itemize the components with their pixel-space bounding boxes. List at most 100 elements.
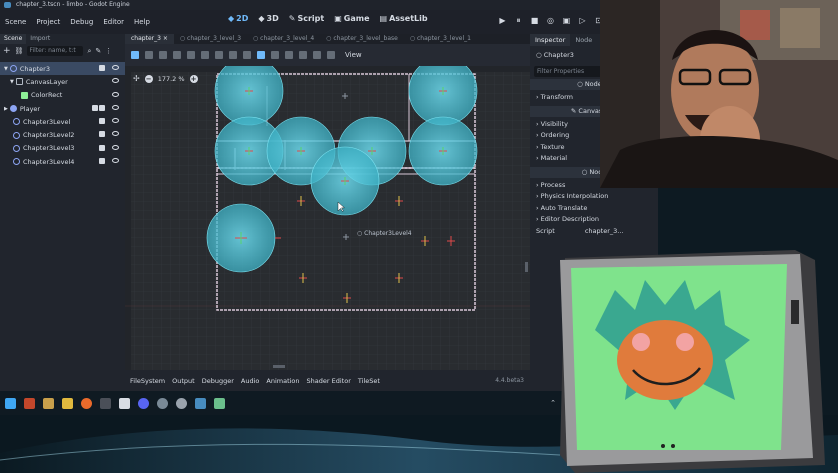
scene-instance-icon[interactable] xyxy=(99,144,105,151)
menu-project[interactable]: Project xyxy=(31,18,65,26)
scene-tab[interactable]: ○ chapter_3_level_4 xyxy=(247,34,320,44)
add-node-icon[interactable]: + xyxy=(3,46,11,56)
main-screen-script[interactable]: ✎ Script xyxy=(289,14,324,23)
rotate-mode-icon[interactable] xyxy=(159,51,167,59)
menu-scene[interactable]: Scene xyxy=(0,18,31,26)
eye-icon[interactable] xyxy=(112,158,119,164)
prop-auto-translate[interactable]: › Auto Translate xyxy=(530,203,658,215)
select-mode-icon[interactable] xyxy=(131,51,139,59)
tab-node[interactable]: Node xyxy=(570,34,597,46)
script-icon[interactable] xyxy=(99,104,105,111)
folder-icon[interactable] xyxy=(62,397,73,409)
zoom-level[interactable]: 177.2 % xyxy=(158,75,185,83)
search-icon[interactable]: ⌕ xyxy=(87,47,91,56)
app-icon[interactable] xyxy=(43,397,54,409)
scene-instance-icon[interactable] xyxy=(99,158,105,165)
snap-options-icon[interactable] xyxy=(271,51,279,59)
tab-inspector[interactable]: Inspector xyxy=(530,34,571,46)
script-value[interactable]: chapter_3... xyxy=(585,226,624,238)
script-attach-icon[interactable]: ✎ xyxy=(95,47,101,55)
menu-debug[interactable]: Debug xyxy=(65,18,98,26)
pan-icon[interactable] xyxy=(215,51,223,59)
eye-icon[interactable] xyxy=(112,91,119,97)
eye-icon[interactable] xyxy=(112,144,119,150)
tab-shader-editor[interactable]: Shader Editor xyxy=(307,377,351,385)
lock-icon[interactable] xyxy=(285,51,293,59)
tab-scene[interactable]: Scene xyxy=(0,34,27,44)
play-icon[interactable]: ▶ xyxy=(498,16,507,25)
app-icon[interactable] xyxy=(100,397,111,409)
tree-item-chapter3level[interactable]: Chapter3Level xyxy=(0,115,125,128)
tree-item-player[interactable]: ▶ Player xyxy=(0,102,125,115)
discord-icon[interactable] xyxy=(138,397,149,409)
prop-editor-description[interactable]: › Editor Description xyxy=(530,214,658,226)
scene-tab[interactable]: ○ chapter_3_level_1 xyxy=(404,34,477,44)
zoom-out-icon[interactable]: − xyxy=(144,74,153,83)
skeleton-icon[interactable] xyxy=(313,51,321,59)
pause-icon[interactable]: ⏸ xyxy=(514,16,523,25)
menu-help[interactable]: Help xyxy=(129,18,155,26)
main-screen-2d[interactable]: ◆ 2D xyxy=(228,14,248,23)
main-screen-game[interactable]: ▣ Game xyxy=(334,14,369,23)
eye-icon[interactable] xyxy=(112,118,119,124)
smart-snap-icon[interactable] xyxy=(243,51,251,59)
prop-script[interactable]: Script chapter_3... xyxy=(530,226,658,238)
tree-item-chapter3level3[interactable]: Chapter3Level3 xyxy=(0,142,125,155)
zoom-settings-icon[interactable]: ✢ xyxy=(133,74,140,83)
main-screen-3d[interactable]: ◆ 3D xyxy=(258,14,278,23)
windows-icon[interactable] xyxy=(5,397,16,409)
scene-tab[interactable]: ○ chapter_3_level_base xyxy=(320,34,404,44)
scene-instance-icon[interactable] xyxy=(99,118,105,125)
tree-item-chapter3[interactable]: ▼ Chapter3 xyxy=(0,62,125,76)
link-icon[interactable]: ⛓ xyxy=(15,47,24,55)
script-icon[interactable] xyxy=(99,65,105,71)
grid-snap-icon[interactable] xyxy=(257,51,265,59)
scene-tab[interactable]: ○ chapter_3_level_3 xyxy=(174,34,247,44)
tab-debugger[interactable]: Debugger xyxy=(202,377,234,385)
canvas-viewport[interactable]: ✢ − 177.2 % + ○ Chapter3Level4 xyxy=(125,66,530,370)
scene-instance-icon[interactable] xyxy=(99,131,105,138)
app-icon[interactable] xyxy=(119,397,130,409)
tab-tileset[interactable]: TileSet xyxy=(358,377,380,385)
view-menu[interactable]: View xyxy=(345,51,362,59)
ruler-icon[interactable] xyxy=(229,51,237,59)
scale-mode-icon[interactable] xyxy=(173,51,181,59)
scene-tab[interactable]: chapter_3 × xyxy=(125,34,174,44)
tab-output[interactable]: Output xyxy=(172,377,195,385)
godot-icon[interactable] xyxy=(195,397,206,409)
app-icon[interactable] xyxy=(24,397,35,409)
tab-import[interactable]: Import xyxy=(26,34,54,44)
app-icon[interactable] xyxy=(214,397,225,409)
eye-icon[interactable] xyxy=(112,65,119,70)
menu-editor[interactable]: Editor xyxy=(98,18,129,26)
menu-dots-icon[interactable]: ⋮ xyxy=(105,47,112,55)
eye-icon[interactable] xyxy=(112,131,119,137)
tree-item-canvaslayer[interactable]: ▼ CanvasLayer xyxy=(0,75,125,88)
scene-tab-label: chapter_3_level_3 xyxy=(187,35,242,42)
group-icon[interactable] xyxy=(299,51,307,59)
tab-audio[interactable]: Audio xyxy=(241,377,259,385)
scene-filter-input[interactable]: Filter: name, t:t xyxy=(27,46,84,56)
prop-physics-interpolation[interactable]: › Physics Interpolation xyxy=(530,191,658,203)
tab-filesystem[interactable]: FileSystem xyxy=(130,377,165,385)
list-select-icon[interactable] xyxy=(187,51,195,59)
tree-item-chapter3level2[interactable]: Chapter3Level2 xyxy=(0,128,125,141)
pivot-icon[interactable] xyxy=(201,51,209,59)
remote-debug-icon[interactable]: ◎ xyxy=(546,16,555,25)
eye-icon[interactable] xyxy=(112,104,119,110)
eye-icon[interactable] xyxy=(112,78,119,84)
stop-icon[interactable]: ■ xyxy=(530,16,539,25)
movie-icon[interactable]: ▣ xyxy=(562,16,571,25)
app-icon[interactable] xyxy=(176,397,187,409)
tree-item-chapter3level4[interactable]: Chapter3Level4 xyxy=(0,155,125,168)
zoom-in-icon[interactable]: + xyxy=(189,74,198,83)
tab-animation[interactable]: Animation xyxy=(266,377,299,385)
scene-instance-icon[interactable] xyxy=(92,104,98,111)
tree-item-colorrect[interactable]: ColorRect xyxy=(0,89,125,102)
move-mode-icon[interactable] xyxy=(145,51,153,59)
bone-icon[interactable] xyxy=(327,51,335,59)
play-scene-icon[interactable]: ▷ xyxy=(578,16,587,25)
main-screen-assetlib[interactable]: ▤ AssetLib xyxy=(380,14,428,23)
firefox-icon[interactable] xyxy=(81,397,92,409)
settings-icon[interactable] xyxy=(157,397,168,409)
